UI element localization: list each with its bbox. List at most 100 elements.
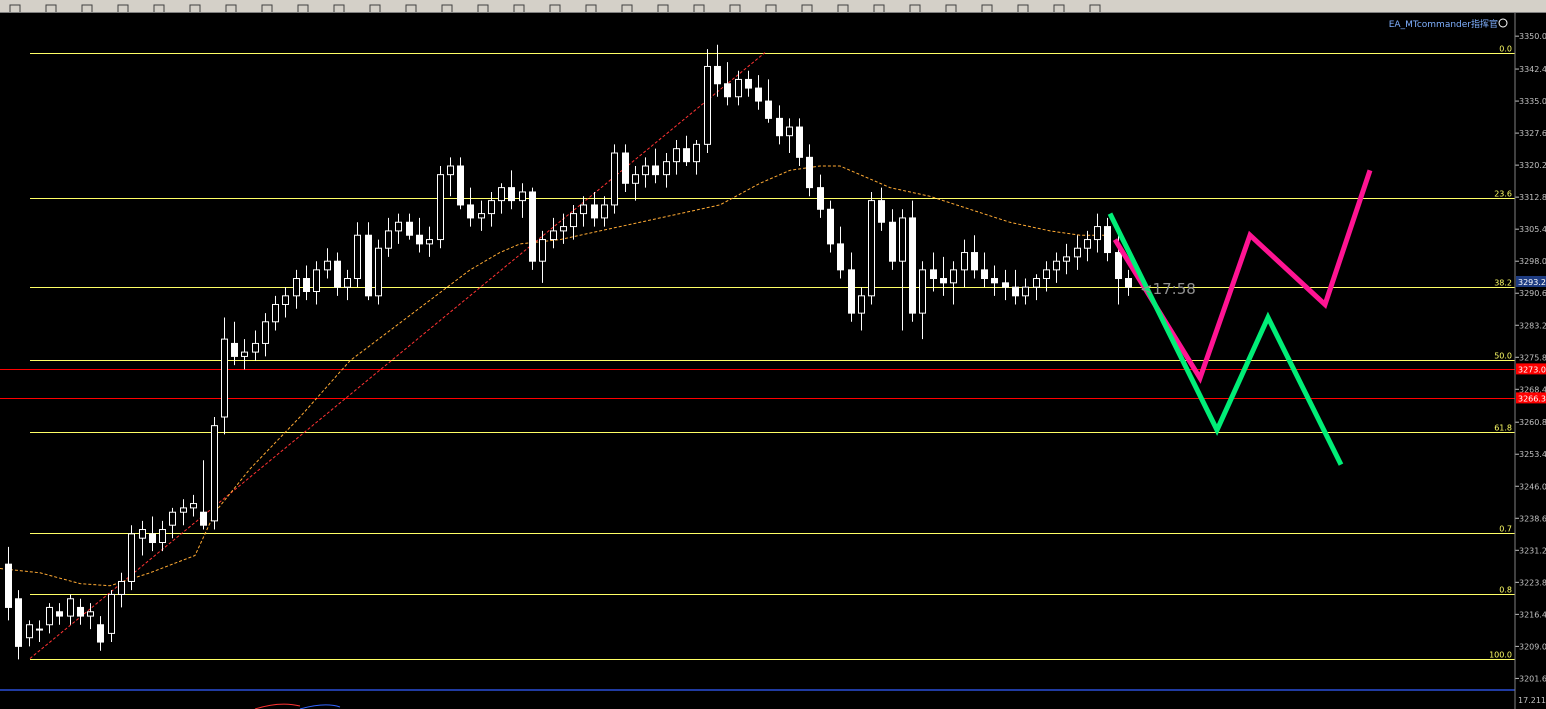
- cursor-icon[interactable]: [764, 0, 778, 12]
- candle-body: [1063, 256, 1070, 262]
- profiles-icon[interactable]: [80, 0, 94, 12]
- candle-body: [426, 239, 433, 245]
- candle: [375, 239, 382, 305]
- candle-body: [930, 269, 937, 280]
- candle-body: [817, 187, 824, 210]
- candle-body: [673, 148, 680, 163]
- candle-body: [971, 252, 978, 271]
- period-m5-icon[interactable]: [476, 0, 490, 12]
- candle-body: [961, 252, 968, 271]
- candle-body: [406, 221, 413, 236]
- candle: [211, 417, 218, 530]
- tile-icon[interactable]: [224, 0, 238, 12]
- candle-body: [211, 425, 218, 522]
- candle-body: [87, 611, 94, 617]
- candle-body: [437, 174, 444, 241]
- candle-body: [282, 295, 289, 305]
- candle-body: [889, 221, 896, 262]
- expert-advisor-label: EA_MTcommander指挥官: [1389, 18, 1498, 30]
- candle-body: [611, 152, 618, 206]
- history-icon[interactable]: [404, 0, 418, 12]
- candle-body: [745, 78, 752, 89]
- candle-body: [200, 511, 207, 526]
- candle-body: [950, 269, 957, 284]
- price-axis: 3350.0 3342.4 3335.0 3327.6 3320.2 3312.8 3305…: [1515, 32, 1546, 683]
- period-m30-icon[interactable]: [548, 0, 562, 12]
- candle-body: [714, 65, 721, 85]
- axis-tick-label: 3290.6: [1519, 289, 1546, 298]
- candle-body: [26, 624, 33, 639]
- price-chart[interactable]: 0.0 23.6 38.2 50.0 61.8 0.7 0.8 100.0 <17:58 EA…: [0, 13, 1546, 709]
- axis-tick-label: 3201.6: [1519, 674, 1546, 683]
- indicator-value: 17.211: [1518, 696, 1546, 705]
- axis-tick-label: 3260.8: [1519, 418, 1546, 427]
- candle-body: [478, 213, 485, 219]
- vertical-line-icon[interactable]: [836, 0, 850, 12]
- axis-tick-label: 3238.6: [1519, 514, 1546, 523]
- fibonacci-icon[interactable]: [980, 0, 994, 12]
- candle-body: [262, 321, 269, 344]
- candle-body: [1084, 239, 1091, 249]
- new-chart-icon[interactable]: [8, 0, 22, 12]
- candle-body: [365, 234, 372, 297]
- period-mn-icon[interactable]: [728, 0, 742, 12]
- period-h1-icon[interactable]: [584, 0, 598, 12]
- text-label-icon[interactable]: [1052, 0, 1066, 12]
- candle-body: [796, 126, 803, 158]
- candle-body: [190, 503, 197, 509]
- navigator-icon[interactable]: [116, 0, 130, 12]
- candle-body: [375, 247, 382, 297]
- candle-body: [981, 269, 988, 280]
- axis-tick-label: 3209.0: [1519, 642, 1546, 651]
- fib-level-label: 0.8: [1499, 586, 1512, 595]
- candle-body: [5, 563, 12, 608]
- crosshair-icon[interactable]: [800, 0, 814, 12]
- candle-body: [642, 165, 649, 176]
- candle-body: [159, 529, 166, 544]
- candle-body: [591, 204, 598, 219]
- candle-body: [519, 191, 526, 202]
- candle: [128, 525, 135, 591]
- candle-body: [241, 351, 248, 357]
- candle-body: [416, 234, 423, 245]
- period-m15-icon[interactable]: [512, 0, 526, 12]
- axis-tick-label: 3246.0: [1519, 482, 1546, 491]
- candle-body: [940, 278, 947, 284]
- candle: [868, 191, 875, 305]
- new-order-icon[interactable]: [332, 0, 346, 12]
- period-h4-icon[interactable]: [620, 0, 634, 12]
- candle-body: [97, 624, 104, 643]
- trendline-icon[interactable]: [908, 0, 922, 12]
- candle-body: [909, 217, 916, 314]
- autoscroll-icon[interactable]: [260, 0, 274, 12]
- candle-body: [827, 208, 834, 245]
- expert-advisors-icon[interactable]: [368, 0, 382, 12]
- zoom-out-icon[interactable]: [188, 0, 202, 12]
- candle-body: [293, 278, 300, 297]
- candle-body: [724, 83, 731, 98]
- fib-level-label: 38.2: [1494, 279, 1512, 288]
- candle-body: [46, 606, 53, 626]
- fib-level-label: 23.6: [1494, 190, 1512, 199]
- zoom-in-icon[interactable]: [152, 0, 166, 12]
- arrows-icon[interactable]: [1088, 0, 1102, 12]
- fib-level-label: 0.0: [1499, 45, 1512, 54]
- horizontal-line-icon[interactable]: [872, 0, 886, 12]
- candle-body: [303, 278, 310, 292]
- period-m1-icon[interactable]: [440, 0, 454, 12]
- candle-body: [313, 269, 320, 292]
- candle-body: [1104, 226, 1111, 254]
- candle-body: [231, 342, 238, 357]
- candle-body: [1094, 226, 1101, 241]
- candle-body: [539, 239, 546, 262]
- period-d1-icon[interactable]: [656, 0, 670, 12]
- text-icon[interactable]: [1016, 0, 1030, 12]
- open-icon[interactable]: [44, 0, 58, 12]
- fib-level-label: 100.0: [1489, 651, 1512, 660]
- candle-body: [447, 165, 454, 176]
- period-w1-icon[interactable]: [692, 0, 706, 12]
- candle-body: [919, 269, 926, 314]
- shift-icon[interactable]: [296, 0, 310, 12]
- equidistant-channel-icon[interactable]: [944, 0, 958, 12]
- axis-tick-label: 3216.4: [1519, 610, 1546, 619]
